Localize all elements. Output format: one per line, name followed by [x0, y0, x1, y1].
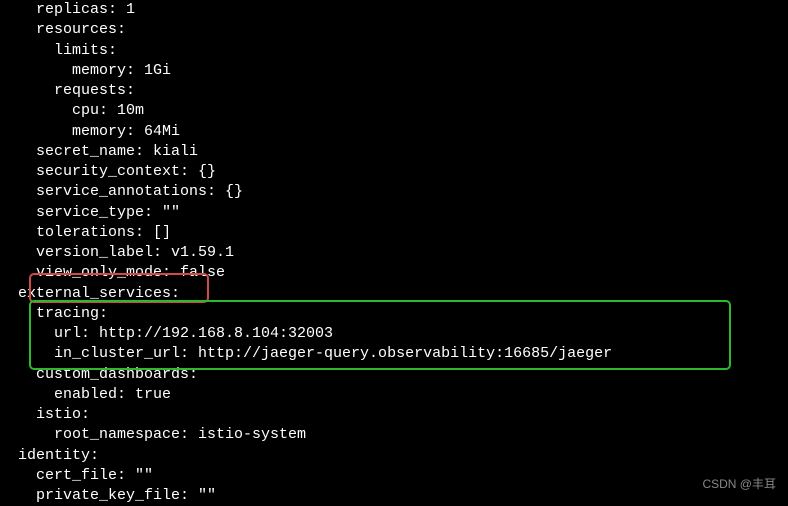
yaml-line: security_context: {}: [0, 162, 788, 182]
yaml-line: istio:: [0, 405, 788, 425]
yaml-line: root_namespace: istio-system: [0, 425, 788, 445]
yaml-line: enabled: true: [0, 385, 788, 405]
yaml-line: view_only_mode: false: [0, 263, 788, 283]
yaml-line-external-services: external_services:: [0, 284, 788, 304]
yaml-line-url: url: http://192.168.8.104:32003: [0, 324, 788, 344]
yaml-line: version_label: v1.59.1: [0, 243, 788, 263]
yaml-line: cpu: 10m: [0, 101, 788, 121]
yaml-line: service_type: "": [0, 203, 788, 223]
yaml-line: requests:: [0, 81, 788, 101]
yaml-line: identity:: [0, 446, 788, 466]
yaml-line-in-cluster-url: in_cluster_url: http://jaeger-query.obse…: [0, 344, 788, 364]
yaml-line-tracing: tracing:: [0, 304, 788, 324]
yaml-line: replicas: 1: [0, 0, 788, 20]
yaml-line: tolerations: []: [0, 223, 788, 243]
yaml-line: memory: 64Mi: [0, 122, 788, 142]
yaml-line: custom_dashboards:: [0, 365, 788, 385]
yaml-line: resources:: [0, 20, 788, 40]
watermark-text: CSDN @丰耳: [702, 476, 776, 492]
yaml-line: service_annotations: {}: [0, 182, 788, 202]
yaml-line: limits:: [0, 41, 788, 61]
yaml-line: secret_name: kiali: [0, 142, 788, 162]
yaml-code-block: replicas: 1 resources: limits: memory: 1…: [0, 0, 788, 506]
yaml-line: cert_file: "": [0, 466, 788, 486]
yaml-line: private_key_file: "": [0, 486, 788, 506]
yaml-line: memory: 1Gi: [0, 61, 788, 81]
